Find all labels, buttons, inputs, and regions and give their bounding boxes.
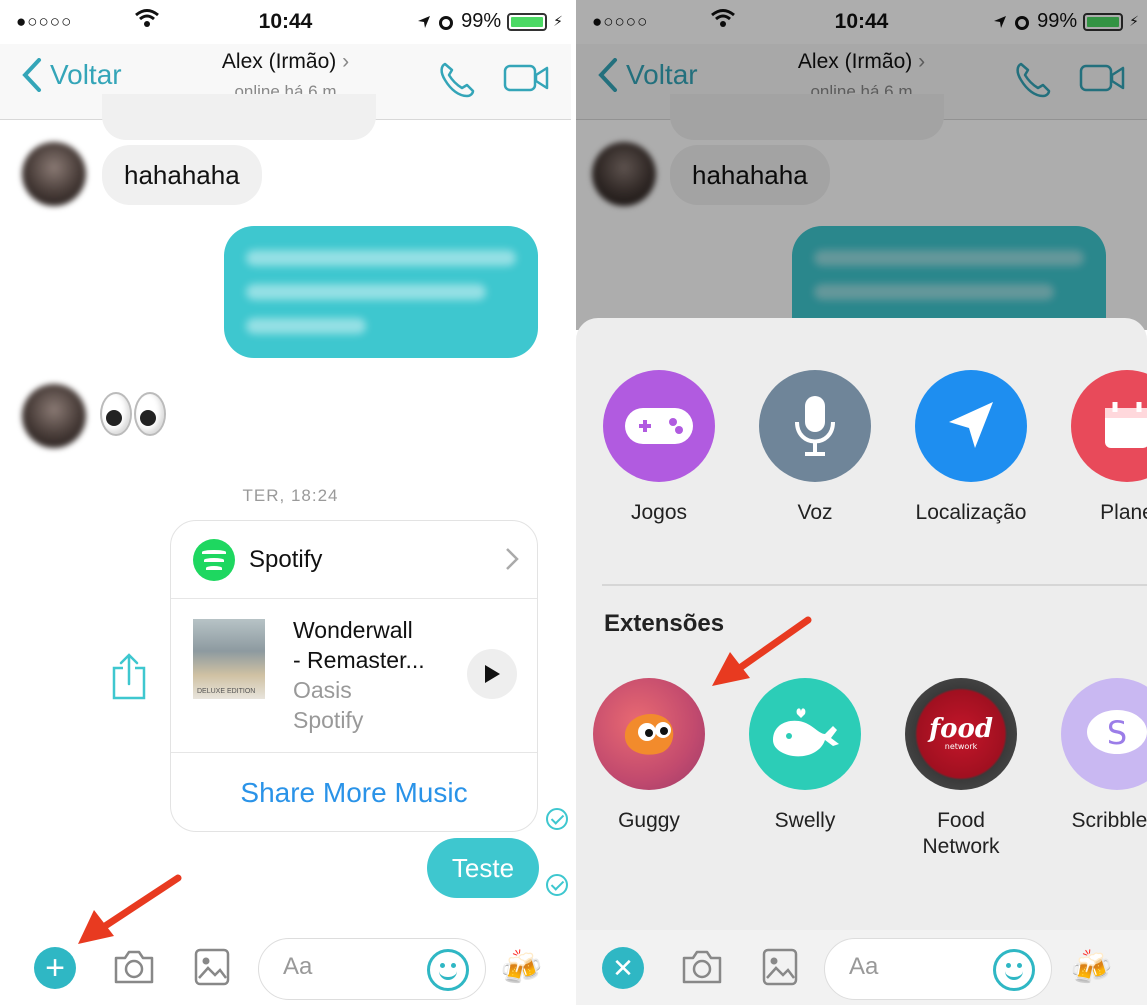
album-art: DELUXE EDITION bbox=[193, 619, 265, 699]
tray-app-jogos[interactable]: Jogos bbox=[602, 370, 716, 526]
status-bar: ●○○○○ 10:44 99% ⚡ bbox=[0, 0, 571, 44]
read-receipt-icon bbox=[546, 874, 568, 896]
annotation-arrow bbox=[78, 874, 182, 944]
emoji-icon[interactable] bbox=[427, 949, 469, 991]
spotify-share-card[interactable]: Spotify DELUXE EDITION Wonderwall - Rema… bbox=[170, 520, 538, 832]
tray-app-voz[interactable]: Voz bbox=[758, 370, 872, 526]
chevron-right-icon: › bbox=[342, 50, 350, 73]
camera-icon[interactable] bbox=[112, 948, 156, 986]
location-services-icon bbox=[418, 15, 431, 28]
chat-screen-right: ●○○○○ 10:44 99% ⚡ Voltar Alex (Irmão) › … bbox=[576, 0, 1147, 1005]
phone-call-icon[interactable] bbox=[437, 60, 477, 100]
scribble-icon: S bbox=[1061, 678, 1147, 790]
message-bubble-blurred bbox=[102, 94, 376, 140]
avatar[interactable] bbox=[22, 384, 86, 448]
tray-app-plane[interactable]: Plane bbox=[1070, 370, 1147, 526]
more-actions-button[interactable]: + bbox=[34, 947, 76, 989]
message-composer[interactable] bbox=[824, 938, 1052, 1000]
annotation-arrow bbox=[712, 616, 812, 686]
emoji-icon[interactable] bbox=[993, 949, 1035, 991]
spotify-icon bbox=[193, 538, 235, 581]
gamepad-icon bbox=[603, 370, 715, 482]
location-arrow-icon bbox=[915, 370, 1027, 482]
composer-bar: ✕ 🍻 bbox=[576, 930, 1147, 1005]
tray-extension-swelly[interactable]: Swelly bbox=[748, 678, 862, 834]
svg-text:network: network bbox=[945, 742, 978, 751]
share-icon[interactable] bbox=[110, 652, 148, 702]
avatar[interactable] bbox=[22, 142, 86, 206]
close-tray-button[interactable]: ✕ bbox=[602, 947, 644, 989]
spotify-card-header[interactable]: Spotify bbox=[171, 521, 537, 599]
tray-extension-guggy[interactable]: Guggy bbox=[592, 678, 706, 834]
play-button[interactable] bbox=[467, 649, 517, 699]
message-bubble-outgoing-blurred bbox=[224, 226, 538, 358]
close-icon: ✕ bbox=[612, 953, 634, 983]
gallery-icon[interactable] bbox=[194, 948, 230, 986]
video-call-icon[interactable] bbox=[503, 62, 549, 94]
message-bubble-incoming: hahahaha bbox=[102, 145, 262, 205]
read-receipt-icon bbox=[546, 808, 568, 830]
microphone-icon bbox=[759, 370, 871, 482]
contact-name[interactable]: Alex (Irmão) › bbox=[0, 50, 571, 74]
alarm-icon bbox=[439, 15, 454, 30]
track-title-line1: Wonderwall bbox=[293, 617, 413, 643]
tray-extension-scribble[interactable]: S ScribbleC bbox=[1060, 678, 1147, 834]
more-actions-tray: Jogos Voz Localização Plane Extensões bbox=[576, 318, 1147, 930]
eyes-emoji bbox=[100, 392, 166, 436]
battery-icon bbox=[507, 12, 548, 31]
whale-icon bbox=[749, 678, 861, 790]
share-more-music-link[interactable]: Share More Music bbox=[171, 753, 537, 831]
food-network-icon: food network bbox=[905, 678, 1017, 790]
svg-text:S: S bbox=[1107, 714, 1127, 752]
charging-icon: ⚡ bbox=[553, 13, 563, 29]
calendar-icon bbox=[1071, 370, 1147, 482]
play-icon bbox=[485, 665, 500, 683]
battery-percent: 99% bbox=[461, 10, 502, 32]
camera-icon[interactable] bbox=[680, 948, 724, 986]
plus-icon: + bbox=[45, 949, 65, 987]
svg-text:food: food bbox=[927, 714, 993, 744]
message-timestamp: TER, 18:24 bbox=[242, 486, 339, 505]
tray-app-localizacao[interactable]: Localização bbox=[914, 370, 1028, 526]
message-bubble-outgoing: Teste bbox=[427, 838, 539, 898]
chevron-right-icon bbox=[506, 548, 519, 570]
spotify-track-row[interactable]: DELUXE EDITION Wonderwall - Remaster... … bbox=[171, 599, 537, 753]
track-title-line2: - Remaster... bbox=[293, 647, 425, 673]
track-source: Spotify bbox=[293, 707, 364, 733]
tray-separator bbox=[602, 584, 1147, 586]
beer-emoji-button[interactable]: 🍻 bbox=[1070, 948, 1112, 988]
guggy-icon bbox=[593, 678, 705, 790]
beer-emoji-button[interactable]: 🍻 bbox=[500, 948, 542, 988]
chat-screen-left: ●○○○○ 10:44 99% ⚡ Voltar Alex (Irmão) › … bbox=[0, 0, 571, 1005]
tray-extension-food-network[interactable]: food network Food Network bbox=[904, 678, 1018, 860]
gallery-icon[interactable] bbox=[762, 948, 798, 986]
dim-overlay[interactable] bbox=[576, 0, 1147, 330]
message-composer[interactable] bbox=[258, 938, 486, 1000]
message-input[interactable] bbox=[849, 953, 989, 981]
track-artist: Oasis bbox=[293, 677, 352, 703]
spotify-app-name: Spotify bbox=[249, 545, 323, 573]
message-input[interactable] bbox=[283, 953, 423, 981]
